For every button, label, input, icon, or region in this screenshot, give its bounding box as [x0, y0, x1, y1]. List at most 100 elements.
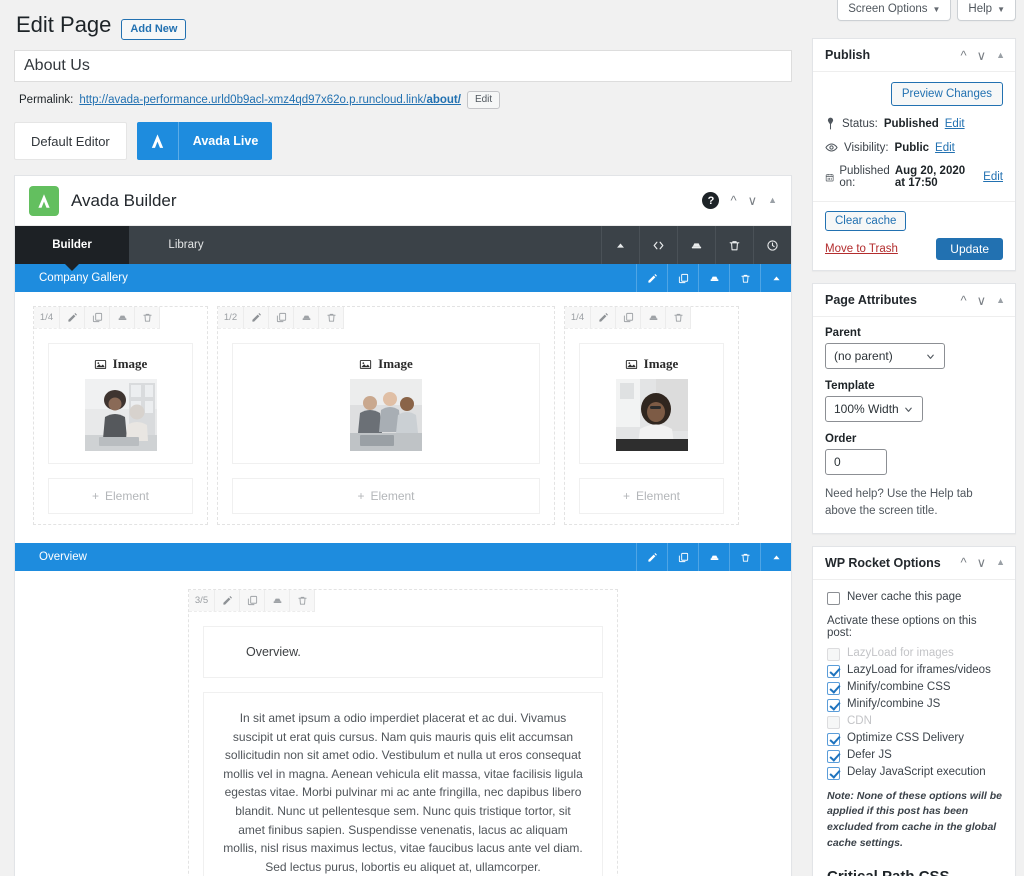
- help-icon[interactable]: ?: [702, 192, 719, 209]
- editor-switch-row: Default Editor Avada Live: [14, 122, 792, 160]
- trash-icon[interactable]: [715, 226, 753, 264]
- avada-live-label: Avada Live: [179, 122, 273, 160]
- move-up-icon[interactable]: ^: [730, 194, 736, 207]
- collapse-icon[interactable]: [760, 264, 791, 292]
- clone-icon[interactable]: [240, 590, 265, 611]
- toggle-panel-icon[interactable]: ▲: [768, 196, 777, 205]
- move-up-icon[interactable]: ^: [960, 556, 966, 569]
- toggle-panel-icon[interactable]: ▲: [996, 558, 1005, 567]
- edit-status-link[interactable]: Edit: [945, 118, 965, 130]
- option-row-optimize-css[interactable]: Optimize CSS Delivery: [827, 732, 1003, 746]
- save-icon[interactable]: [698, 543, 729, 571]
- defer-js-checkbox[interactable]: [827, 750, 840, 763]
- clear-cache-button[interactable]: Clear cache: [825, 211, 906, 231]
- default-editor-button[interactable]: Default Editor: [14, 122, 127, 160]
- delay-js-checkbox[interactable]: [827, 767, 840, 780]
- avada-live-button[interactable]: Avada Live: [137, 122, 273, 160]
- clone-icon[interactable]: [85, 307, 110, 328]
- trash-icon[interactable]: [729, 543, 760, 571]
- permalink-link[interactable]: http://avada-performance.urld0b9acl-xmz4…: [79, 94, 461, 106]
- code-icon[interactable]: [639, 226, 677, 264]
- builder-column[interactable]: 1/4: [564, 306, 739, 525]
- save-icon[interactable]: [698, 264, 729, 292]
- option-row-defer-js[interactable]: Defer JS: [827, 749, 1003, 763]
- section-header-bar[interactable]: Company Gallery: [15, 264, 791, 292]
- save-icon[interactable]: [110, 307, 135, 328]
- title-element[interactable]: Overview.: [203, 626, 603, 678]
- clone-icon[interactable]: [616, 307, 641, 328]
- history-icon[interactable]: [753, 226, 791, 264]
- trash-icon[interactable]: [319, 307, 344, 328]
- builder-column[interactable]: 1/4: [33, 306, 208, 525]
- add-element-button[interactable]: + Element: [579, 478, 724, 514]
- move-down-icon[interactable]: ∨: [977, 49, 987, 62]
- lazyload-iframes-checkbox[interactable]: [827, 665, 840, 678]
- image-element[interactable]: Image: [48, 343, 193, 464]
- post-title-input[interactable]: About Us: [14, 50, 792, 82]
- edit-published-link[interactable]: Edit: [983, 171, 1003, 183]
- visibility-row: Visibility: Public Edit: [825, 141, 1003, 154]
- add-element-button[interactable]: + Element: [232, 478, 540, 514]
- move-up-icon[interactable]: ^: [960, 49, 966, 62]
- trash-icon[interactable]: [135, 307, 160, 328]
- clone-icon[interactable]: [667, 264, 698, 292]
- optimize-css-checkbox[interactable]: [827, 733, 840, 746]
- text-block-element[interactable]: In sit amet ipsum a odio imperdiet place…: [203, 692, 603, 876]
- trash-icon[interactable]: [729, 264, 760, 292]
- option-row-delay-js[interactable]: Delay JavaScript execution: [827, 766, 1003, 780]
- tab-builder[interactable]: Builder: [15, 226, 129, 264]
- edit-icon[interactable]: [591, 307, 616, 328]
- edit-icon[interactable]: [215, 590, 240, 611]
- section-header-bar[interactable]: Overview: [15, 543, 791, 571]
- image-element[interactable]: Image: [232, 343, 540, 464]
- update-button[interactable]: Update: [936, 238, 1003, 260]
- edit-icon[interactable]: [60, 307, 85, 328]
- clone-icon[interactable]: [269, 307, 294, 328]
- help-button[interactable]: Help ▼: [957, 0, 1016, 21]
- screen-options-button[interactable]: Screen Options ▼: [837, 0, 951, 21]
- edit-icon[interactable]: [244, 307, 269, 328]
- edit-icon[interactable]: [636, 264, 667, 292]
- add-element-label: Element: [370, 489, 414, 503]
- move-down-icon[interactable]: ∨: [748, 194, 758, 207]
- clone-icon[interactable]: [667, 543, 698, 571]
- builder-column[interactable]: 3/5: [188, 589, 618, 876]
- option-row-minify-js[interactable]: Minify/combine JS: [827, 698, 1003, 712]
- builder-column[interactable]: 1/2: [217, 306, 555, 525]
- collapse-icon[interactable]: [760, 543, 791, 571]
- image-element[interactable]: Image: [579, 343, 724, 464]
- publish-panel: Publish ^ ∨ ▲ Preview Changes Status:: [812, 38, 1016, 271]
- template-select[interactable]: 100% Width: [825, 396, 923, 422]
- edit-permalink-button[interactable]: Edit: [467, 91, 500, 109]
- order-input[interactable]: 0: [825, 449, 887, 475]
- trash-icon[interactable]: [290, 590, 315, 611]
- toggle-panel-icon[interactable]: ▲: [996, 51, 1005, 60]
- add-new-button[interactable]: Add New: [121, 19, 186, 40]
- option-row-minify-css[interactable]: Minify/combine CSS: [827, 681, 1003, 695]
- minify-css-checkbox[interactable]: [827, 682, 840, 695]
- save-icon[interactable]: [641, 307, 666, 328]
- element-title-row: Image: [359, 356, 413, 372]
- save-icon[interactable]: [265, 590, 290, 611]
- option-row-lazyload-iframes[interactable]: LazyLoad for iframes/videos: [827, 664, 1003, 678]
- never-cache-checkbox[interactable]: [827, 592, 840, 605]
- column-toolbar: 1/4: [565, 307, 691, 329]
- save-icon[interactable]: [677, 226, 715, 264]
- save-icon[interactable]: [294, 307, 319, 328]
- move-up-icon[interactable]: ^: [960, 294, 966, 307]
- move-down-icon[interactable]: ∨: [977, 556, 987, 569]
- trash-icon[interactable]: [666, 307, 691, 328]
- tab-library[interactable]: Library: [129, 226, 243, 264]
- edit-visibility-link[interactable]: Edit: [935, 142, 955, 154]
- preview-changes-button[interactable]: Preview Changes: [891, 82, 1003, 106]
- toggle-panel-icon[interactable]: ▲: [996, 296, 1005, 305]
- collapse-all-icon[interactable]: [601, 226, 639, 264]
- move-down-icon[interactable]: ∨: [977, 294, 987, 307]
- publish-panel-body: Preview Changes Status: Published Edit: [813, 72, 1015, 201]
- add-element-button[interactable]: + Element: [48, 478, 193, 514]
- minify-js-checkbox[interactable]: [827, 699, 840, 712]
- edit-icon[interactable]: [636, 543, 667, 571]
- move-to-trash-link[interactable]: Move to Trash: [825, 243, 898, 255]
- never-cache-row[interactable]: Never cache this page: [827, 591, 1003, 605]
- parent-select[interactable]: (no parent): [825, 343, 945, 369]
